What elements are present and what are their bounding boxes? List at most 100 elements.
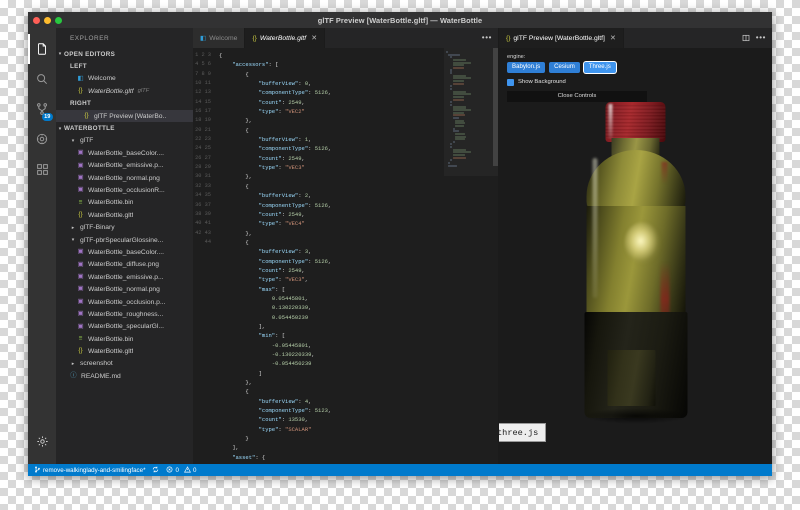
bottle-lower-label <box>607 350 655 406</box>
scrollbar-thumb[interactable] <box>493 48 498 166</box>
warning-count: 0 <box>192 466 197 474</box>
json-icon: {} <box>506 34 511 42</box>
maximize-window-button[interactable] <box>55 16 62 24</box>
show-background-checkbox[interactable] <box>507 78 514 86</box>
chevron-right-icon: ▸ <box>71 360 75 367</box>
open-editor-welcome[interactable]: ◧ Welcome <box>56 73 193 85</box>
file-tree-row[interactable]: ▣ WaterBottle_baseColor.... <box>56 147 193 159</box>
window-body: 19 EXPLORER ▾ OPEN EDITORS LEFT ◧ Welcom… <box>28 28 772 464</box>
activity-item-explorer[interactable] <box>28 34 56 64</box>
minimap-slider[interactable] <box>444 48 498 176</box>
tab-bar-right: {} glTF Preview [WaterBottle.gltf] ✕ ••• <box>499 28 772 48</box>
code-content[interactable]: { "accessors": [ { "bufferView": 0, "com… <box>215 48 444 464</box>
image-file-icon: ▣ <box>77 161 84 169</box>
engine-button-cesium[interactable]: Cesium <box>549 62 580 73</box>
file-tree-row[interactable]: ▾ glTF-pbrSpecularGlossine... <box>56 234 193 246</box>
file-tree-row[interactable]: ▣ WaterBottle_emissive.p... <box>56 160 193 172</box>
extensions-icon <box>36 163 49 176</box>
file-tree-row[interactable]: ≡ WaterBottle.bin <box>56 197 193 209</box>
file-tree-row[interactable]: ▣ WaterBottle_normal.png <box>56 283 193 295</box>
open-editor-gltf-preview[interactable]: {} glTF Preview [WaterBo.. <box>56 109 193 123</box>
branch-icon <box>34 466 41 475</box>
file-tree-row[interactable]: ▣ WaterBottle_roughness... <box>56 308 193 320</box>
file-tree-row[interactable]: ▣ WaterBottle_normal.png <box>56 172 193 184</box>
explorer-tree[interactable]: ▾ OPEN EDITORS LEFT ◧ Welcome {} WaterBo… <box>56 48 193 464</box>
file-tree-row-label: WaterBottle.gltf <box>88 211 134 219</box>
bottle-cap-highlight <box>608 104 612 138</box>
image-file-icon: ▣ <box>77 322 84 330</box>
editor-group-right: {} glTF Preview [WaterBottle.gltf] ✕ ••• <box>499 28 772 464</box>
file-list[interactable]: ▾ glTF ▣ WaterBottle_baseColor.... ▣ WaterBot… <box>56 135 193 383</box>
minimap[interactable] <box>444 48 498 464</box>
file-tree-row-label: WaterBottle_occlusion.p... <box>88 298 166 306</box>
file-tree-row[interactable]: ▣ WaterBottle_diffuse.png <box>56 259 193 271</box>
file-tree-row[interactable]: ▣ WaterBottle_specularGl... <box>56 321 193 333</box>
engine-button-threejs[interactable]: Three.js <box>583 62 616 73</box>
file-tree-row[interactable]: ▸ glTF-Binary <box>56 221 193 233</box>
open-editor-waterbottle-gltf[interactable]: {} WaterBottle.gltf glTF <box>56 85 193 97</box>
warning-icon <box>183 465 191 475</box>
file-tree-row-label: WaterBottle_normal.png <box>88 174 160 182</box>
file-tree-row-label: WaterBottle_baseColor.... <box>88 149 164 157</box>
status-branch-label: remove-walkinglady-and-smilingface* <box>43 466 146 474</box>
3d-viewport[interactable] <box>499 48 772 464</box>
tab-waterbottle-gltf-label: WaterBottle.gltf <box>259 34 307 42</box>
editor-scrollbar[interactable] <box>493 48 498 464</box>
md-file-icon: ⓘ <box>70 372 77 380</box>
status-branch[interactable]: remove-walkinglady-and-smilingface* <box>34 466 145 475</box>
engine-button-babylon[interactable]: Babylon.js <box>507 62 546 73</box>
code-editor[interactable]: 1 2 3 4 5 6 7 8 9 10 11 12 13 14 15 16 1… <box>193 48 498 464</box>
close-icon[interactable]: ✕ <box>610 34 616 42</box>
error-icon <box>166 466 173 475</box>
activity-bar: 19 <box>28 28 56 464</box>
file-tree-row-label: glTF-Binary <box>80 224 115 232</box>
close-icon[interactable]: ✕ <box>311 34 317 42</box>
vscode-window: glTF Preview [WaterBottle.gltf] — WaterB… <box>28 12 772 476</box>
file-tree-row-label: glTF <box>80 137 94 145</box>
open-editors-group-right[interactable]: RIGHT <box>56 98 193 110</box>
welcome-icon: ◧ <box>77 74 84 82</box>
show-background-row[interactable]: Show Background <box>507 78 647 86</box>
debug-icon <box>35 132 49 146</box>
file-tree-row[interactable]: ⓘ README.md <box>56 370 193 382</box>
close-controls-button[interactable]: Close Controls <box>507 90 647 102</box>
split-editor-icon[interactable] <box>742 29 750 47</box>
window-title: glTF Preview [WaterBottle.gltf] — WaterB… <box>317 15 483 25</box>
file-tree-row[interactable]: ▾ glTF <box>56 135 193 147</box>
status-problems[interactable]: 0 0 <box>166 465 197 475</box>
open-editors-group-left[interactable]: LEFT <box>56 60 193 72</box>
file-tree-row[interactable]: {} WaterBottle.gltf <box>56 209 193 221</box>
image-file-icon: ▣ <box>77 149 84 157</box>
file-tree-row-label: WaterBottle_occlusionR... <box>88 186 165 194</box>
file-tree-row-label: WaterBottle_specularGl... <box>88 323 164 331</box>
file-tree-row[interactable]: ▣ WaterBottle_baseColor.... <box>56 246 193 258</box>
tab-gltf-preview[interactable]: {} glTF Preview [WaterBottle.gltf] ✕ <box>499 28 624 48</box>
error-count: 0 <box>175 466 179 474</box>
activity-item-settings[interactable] <box>28 426 56 456</box>
tab-welcome[interactable]: ◧ Welcome <box>193 28 246 48</box>
file-tree-row[interactable]: ▸ screenshot <box>56 358 193 370</box>
open-editors-section[interactable]: ▾ OPEN EDITORS <box>56 48 193 60</box>
window-controls[interactable] <box>33 16 62 24</box>
file-tree-row[interactable]: ≡ WaterBottle.bin <box>56 333 193 345</box>
gltf-preview-panel[interactable]: engine: Babylon.js Cesium Three.js Show … <box>499 48 772 464</box>
activity-item-extensions[interactable] <box>28 154 56 184</box>
open-editors-label: OPEN EDITORS <box>64 50 116 58</box>
more-actions-icon[interactable]: ••• <box>756 34 766 42</box>
status-sync[interactable] <box>152 466 159 475</box>
close-window-button[interactable] <box>33 16 40 24</box>
file-tree-row[interactable]: {} WaterBottle.gltf <box>56 345 193 357</box>
file-tree-row[interactable]: ▣ WaterBottle_occlusionR... <box>56 184 193 196</box>
tab-bar-left: ◧ Welcome {} WaterBottle.gltf ✕ ••• <box>193 28 498 48</box>
activity-item-source-control[interactable]: 19 <box>28 94 56 124</box>
tab-waterbottle-gltf[interactable]: {} WaterBottle.gltf ✕ <box>245 28 326 48</box>
activity-item-search[interactable] <box>28 64 56 94</box>
more-actions-icon[interactable]: ••• <box>482 34 492 42</box>
gear-icon <box>36 435 49 448</box>
activity-item-debug[interactable] <box>28 124 56 154</box>
file-tree-row[interactable]: ▣ WaterBottle_occlusion.p... <box>56 296 193 308</box>
file-tree-row[interactable]: ▣ WaterBottle_emissive.p... <box>56 271 193 283</box>
open-editor-waterbottle-gltf-meta: glTF <box>137 88 150 95</box>
project-section[interactable]: ▾ WATERBOTTLE <box>56 122 193 134</box>
minimize-window-button[interactable] <box>44 16 51 24</box>
